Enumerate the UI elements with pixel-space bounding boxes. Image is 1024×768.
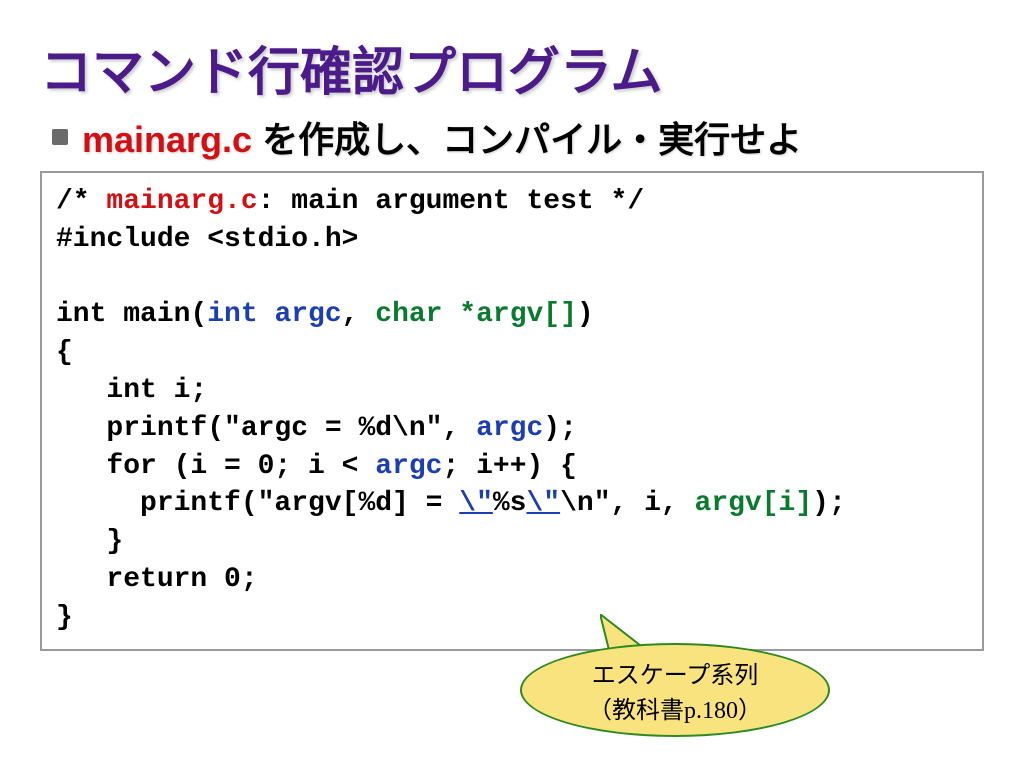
code-line-11: return 0; <box>56 564 258 595</box>
code-line-6: int i; <box>56 375 207 406</box>
code-line-5: { <box>56 337 73 368</box>
code-line-7: printf("argc = %d\n", argc); <box>56 413 577 444</box>
code-line-2: #include <stdio.h> <box>56 224 358 255</box>
bullet-icon <box>52 129 68 145</box>
page-title: コマンド行確認プログラム <box>40 30 984 105</box>
callout-line1: エスケープ系列 <box>592 655 759 690</box>
code-line-1: /* mainarg.c: main argument test */ <box>56 186 644 217</box>
subtitle-rest: を作成し、コンパイル・実行せよ <box>252 119 802 160</box>
callout-line2: （教科書p.180） <box>588 690 762 725</box>
code-line-4: int main(int argc, char *argv[]) <box>56 299 594 330</box>
code-line-12: } <box>56 602 73 633</box>
code-line-8: for (i = 0; i < argc; i++) { <box>56 451 577 482</box>
code-line-10: } <box>56 526 123 557</box>
subtitle-row: mainarg.c を作成し、コンパイル・実行せよ <box>52 111 984 163</box>
code-line-9: printf("argv[%d] = \"%s\"\n", i, argv[i]… <box>56 488 846 519</box>
subtitle-text: mainarg.c を作成し、コンパイル・実行せよ <box>82 111 802 163</box>
filename: mainarg.c <box>82 119 252 160</box>
code-block: /* mainarg.c: main argument test */ #inc… <box>40 171 984 651</box>
callout: エスケープ系列 （教科書p.180） <box>520 622 830 737</box>
